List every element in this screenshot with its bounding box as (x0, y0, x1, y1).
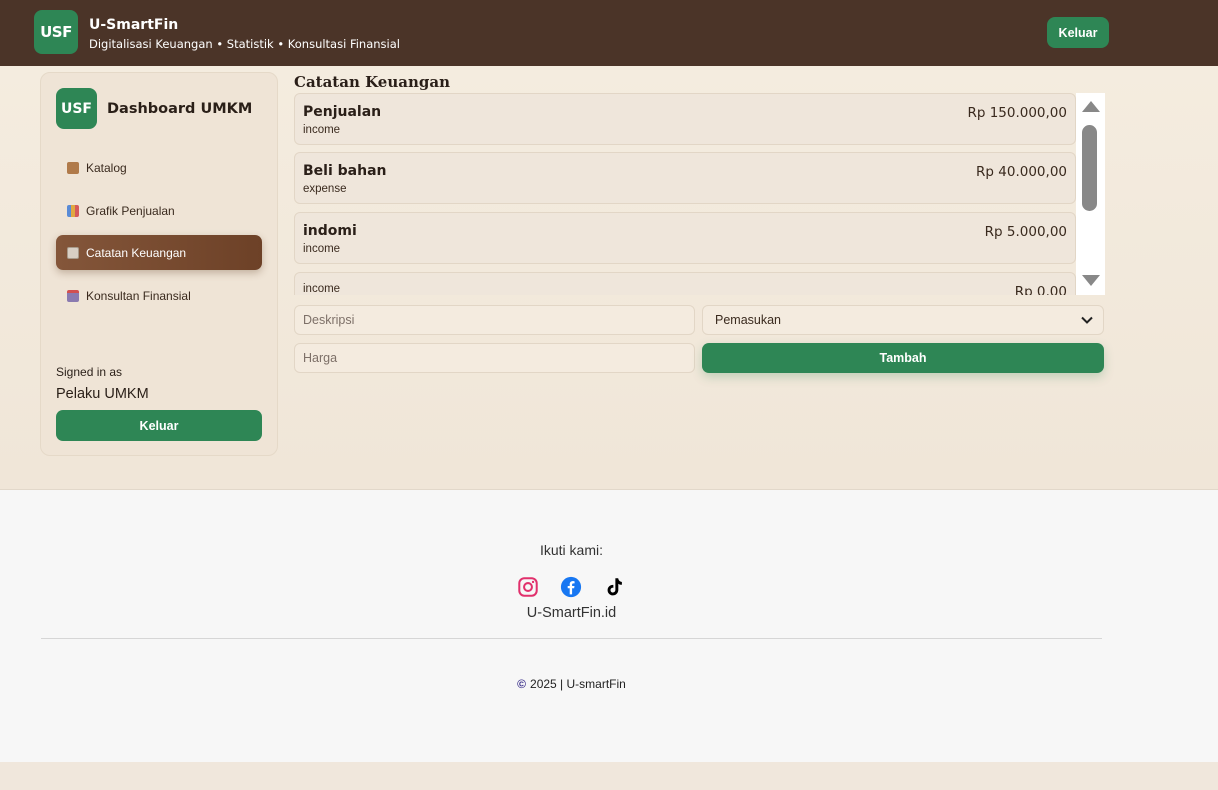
record-item: indomi income Rp 5.000,00 (294, 212, 1076, 264)
sidebar-item-label: Katalog (86, 160, 127, 175)
copyright-text: 2025 | U-smartFin (530, 677, 626, 691)
chat-icon (67, 289, 79, 302)
bar-chart-icon (67, 204, 79, 217)
sidebar-item-catatan-keuangan[interactable]: Catatan Keuangan (56, 235, 262, 270)
sidebar-logo: USF (56, 88, 97, 129)
signed-in-label: Signed in as (56, 365, 123, 379)
record-item: Beli bahan expense Rp 40.000,00 (294, 152, 1076, 204)
scroll-up-arrow-icon[interactable] (1082, 101, 1100, 112)
facebook-icon (560, 576, 582, 598)
price-input[interactable] (294, 343, 695, 373)
type-select-value: Pemasukan (715, 313, 782, 327)
tiktok-icon (607, 578, 622, 596)
header-logout-button[interactable]: Keluar (1047, 17, 1109, 48)
records-scrollbar[interactable] (1076, 93, 1105, 295)
record-description: Penjualan (303, 104, 382, 120)
record-amount: Rp 40.000,00 (976, 164, 1067, 180)
top-navbar: USF U-SmartFin Digitalisasi Keuangan • S… (0, 0, 1218, 66)
description-input[interactable] (294, 305, 695, 335)
brand-logo: USF (34, 10, 78, 54)
sidebar-item-label: Konsultan Finansial (86, 288, 191, 303)
records-list[interactable]: Penjualan income Rp 150.000,00 Beli baha… (294, 93, 1105, 295)
footer-divider (41, 638, 1102, 639)
facebook-link[interactable] (560, 572, 586, 598)
sidebar: USF Dashboard UMKM Katalog Grafik Penjua… (40, 72, 278, 456)
instagram-icon (518, 577, 538, 597)
type-select[interactable]: Pemasukan (702, 305, 1104, 335)
record-item: Penjualan income Rp 150.000,00 (294, 93, 1076, 145)
signed-in-user: Pelaku UMKM (56, 386, 149, 402)
record-description: indomi (303, 223, 357, 239)
notepad-icon (67, 246, 79, 259)
instagram-link[interactable] (517, 572, 543, 598)
record-type: income (303, 283, 341, 295)
record-type: income (303, 124, 341, 136)
record-type: expense (303, 183, 347, 195)
chevron-down-icon (1081, 316, 1093, 324)
follow-label: Ikuti kami: (539, 542, 603, 558)
social-links (517, 572, 629, 598)
main-area: USF Dashboard UMKM Katalog Grafik Penjua… (0, 66, 1218, 490)
add-record-button[interactable]: Tambah (702, 343, 1104, 373)
record-type: income (303, 243, 341, 255)
scroll-down-arrow-icon[interactable] (1082, 275, 1100, 286)
record-amount: Rp 150.000,00 (967, 105, 1067, 121)
tiktok-link[interactable] (603, 572, 629, 598)
sidebar-item-katalog[interactable]: Katalog (56, 150, 262, 185)
record-amount: Rp 0,00 (1014, 284, 1067, 295)
sidebar-item-label: Catatan Keuangan (86, 245, 187, 260)
page-title: Catatan Keuangan (294, 73, 450, 91)
footer: Ikuti kami: U-SmartFin.id © 2025 | U-smar… (0, 490, 1218, 762)
copyright-icon: © (517, 677, 527, 691)
sidebar-item-label: Grafik Penjualan (86, 203, 175, 218)
sidebar-title: Dashboard UMKM (107, 101, 253, 117)
brand-subtitle: Digitalisasi Keuangan • Statistik • Kons… (89, 37, 400, 51)
social-handle: U-SmartFin.id (526, 605, 617, 621)
brand-title: U-SmartFin (89, 17, 179, 33)
sidebar-logout-button[interactable]: Keluar (56, 410, 262, 441)
record-item: income Rp 0,00 (294, 272, 1076, 295)
copyright: © 2025 | U-smartFin (0, 677, 1143, 691)
sidebar-item-konsultan-finansial[interactable]: Konsultan Finansial (56, 278, 262, 313)
record-amount: Rp 5.000,00 (984, 224, 1067, 240)
record-description: Beli bahan (303, 163, 387, 179)
sidebar-item-grafik-penjualan[interactable]: Grafik Penjualan (56, 193, 262, 228)
scrollbar-thumb[interactable] (1082, 125, 1097, 211)
box-icon (67, 161, 79, 174)
